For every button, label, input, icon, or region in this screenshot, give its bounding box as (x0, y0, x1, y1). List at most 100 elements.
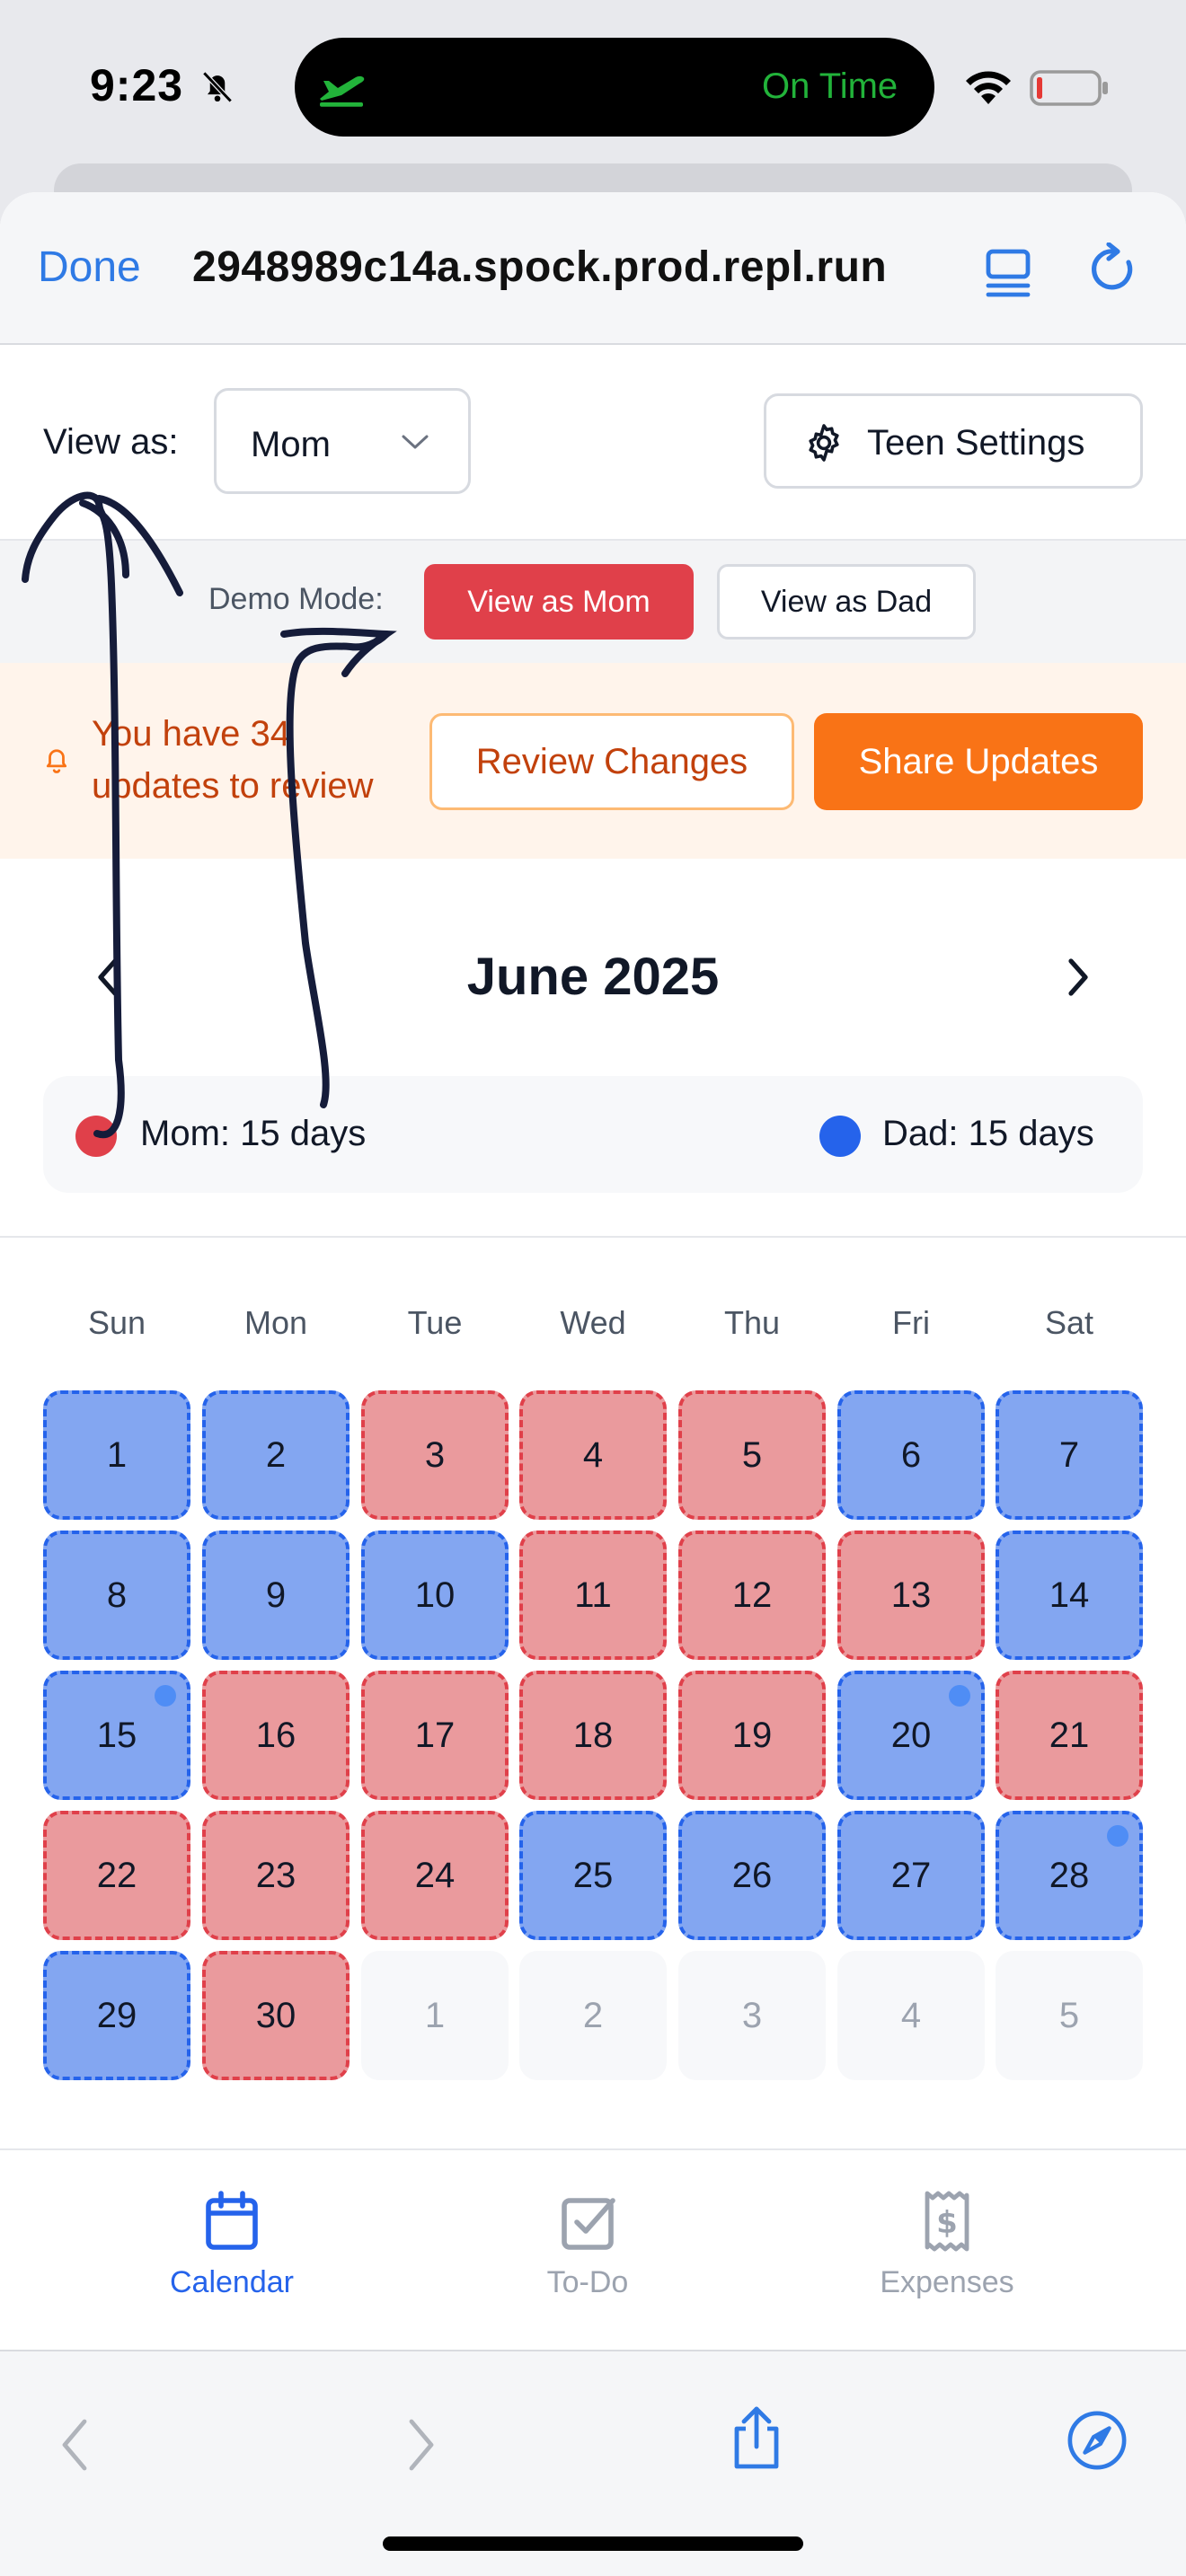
calendar-day-outside-month[interactable]: 3 (678, 1951, 826, 2080)
updates-banner: You have 34 updates to review Review Cha… (0, 663, 1186, 859)
calendar-day[interactable]: 1 (43, 1390, 190, 1520)
weekday-sat: Sat (1044, 1304, 1094, 1341)
reader-tabs-icon[interactable] (985, 246, 1031, 300)
home-indicator (383, 2536, 803, 2551)
calendar-day-outside-month[interactable]: 4 (837, 1951, 985, 2080)
calendar-day[interactable]: 12 (678, 1531, 826, 1660)
day-number: 8 (106, 1575, 128, 1615)
day-number: 17 (414, 1715, 456, 1755)
calendar-day[interactable]: 9 (202, 1531, 350, 1660)
calendar-day-outside-month[interactable]: 2 (519, 1951, 667, 2080)
day-number: 25 (572, 1855, 614, 1895)
back-arrow-icon[interactable] (61, 2418, 88, 2472)
review-changes-button[interactable]: Review Changes (429, 713, 794, 810)
compass-icon[interactable] (1066, 2409, 1128, 2472)
event-marker-dot (155, 1685, 176, 1707)
calendar-day[interactable]: 11 (519, 1531, 667, 1660)
day-number: 3 (741, 1995, 763, 2035)
share-updates-button[interactable]: Share Updates (814, 713, 1143, 810)
calendar-day[interactable]: 20 (837, 1671, 985, 1800)
calendar-day[interactable]: 29 (43, 1951, 190, 2080)
weekday-thu: Thu (723, 1304, 781, 1341)
view-as-mom-button[interactable]: View as Mom (424, 564, 694, 640)
teen-settings-button[interactable]: Teen Settings (764, 393, 1143, 489)
view-as-label: View as: (43, 422, 179, 462)
bell-slash-icon (202, 71, 233, 103)
view-as-select[interactable]: Mom (214, 388, 471, 494)
calendar-day-outside-month[interactable]: 5 (996, 1951, 1143, 2080)
calendar-day-outside-month[interactable]: 1 (361, 1951, 509, 2080)
calendar-day[interactable]: 13 (837, 1531, 985, 1660)
forward-arrow-icon[interactable] (408, 2418, 435, 2472)
custody-stats: Mom: 15 days Dad: 15 days (43, 1076, 1143, 1193)
view-as-selected-value: Mom (251, 425, 331, 464)
day-number: 3 (424, 1434, 446, 1475)
view-as-dad-button[interactable]: View as Dad (717, 564, 976, 640)
demo-mode-row: Demo Mode: View as Mom View as Dad (0, 539, 1186, 663)
calendar-day[interactable]: 14 (996, 1531, 1143, 1660)
calendar-day[interactable]: 22 (43, 1811, 190, 1940)
event-marker-dot (1107, 1825, 1128, 1847)
weekday-header: Sun Mon Tue Wed Thu Fri Sat (0, 1304, 1186, 1349)
mom-color-dot (75, 1116, 117, 1157)
day-number: 30 (255, 1995, 296, 2035)
day-number: 15 (96, 1715, 137, 1755)
day-number: 16 (255, 1715, 296, 1755)
share-icon[interactable] (728, 2404, 785, 2472)
calendar-day[interactable]: 6 (837, 1390, 985, 1520)
reload-icon[interactable] (1089, 243, 1139, 296)
day-number: 27 (890, 1855, 932, 1895)
url-text[interactable]: 2948989c14a.spock.prod.repl.run (192, 243, 887, 292)
calendar-day[interactable]: 24 (361, 1811, 509, 1940)
tab-todo[interactable]: To-Do (453, 2190, 722, 2300)
calendar-day[interactable]: 15 (43, 1671, 190, 1800)
calendar-icon (206, 2191, 258, 2250)
checkbox-icon (562, 2198, 615, 2250)
calendar-day[interactable]: 21 (996, 1671, 1143, 1800)
calendar-day[interactable]: 2 (202, 1390, 350, 1520)
calendar-day[interactable]: 18 (519, 1671, 667, 1800)
calendar-day[interactable]: 19 (678, 1671, 826, 1800)
dad-color-dot (819, 1116, 861, 1157)
calendar-day[interactable]: 5 (678, 1390, 826, 1520)
day-number: 23 (255, 1855, 296, 1895)
weekday-wed: Wed (560, 1304, 626, 1341)
status-time: 9:23 (90, 60, 184, 110)
tab-calendar[interactable]: Calendar (97, 2190, 367, 2300)
calendar-day[interactable]: 16 (202, 1671, 350, 1800)
calendar-day[interactable]: 27 (837, 1811, 985, 1940)
day-number: 1 (106, 1434, 128, 1475)
day-number: 22 (96, 1855, 137, 1895)
calendar-day[interactable]: 30 (202, 1951, 350, 2080)
day-number: 18 (572, 1715, 614, 1755)
calendar-day[interactable]: 17 (361, 1671, 509, 1800)
calendar-day[interactable]: 8 (43, 1531, 190, 1660)
browser-sheet: Done 2948989c14a.spock.prod.repl.run Vie… (0, 192, 1186, 2576)
weekday-fri: Fri (892, 1304, 930, 1341)
day-number: 9 (265, 1575, 287, 1615)
calendar-day[interactable]: 25 (519, 1811, 667, 1940)
calendar-day[interactable]: 7 (996, 1390, 1143, 1520)
live-activity-status: On Time (762, 66, 898, 106)
day-number: 12 (731, 1575, 773, 1615)
day-number: 6 (900, 1434, 922, 1475)
calendar-day[interactable]: 10 (361, 1531, 509, 1660)
calendar-day[interactable]: 4 (519, 1390, 667, 1520)
tab-todo-label: To-Do (546, 2265, 629, 2299)
chevron-down-icon (402, 435, 429, 449)
calendar-day[interactable]: 3 (361, 1390, 509, 1520)
done-button[interactable]: Done (38, 243, 141, 292)
status-bar: 9:23 On Time (0, 0, 1186, 171)
day-number: 2 (582, 1995, 604, 2035)
tab-expenses[interactable]: $ Expenses (812, 2190, 1082, 2300)
day-number: 4 (582, 1434, 604, 1475)
day-number: 2 (265, 1434, 287, 1475)
day-number: 28 (1049, 1855, 1090, 1895)
day-number: 1 (424, 1995, 446, 2035)
chevron-right-icon[interactable] (1066, 957, 1091, 997)
calendar-day[interactable]: 28 (996, 1811, 1143, 1940)
day-number: 13 (890, 1575, 932, 1615)
calendar-day[interactable]: 23 (202, 1811, 350, 1940)
weekday-tue: Tue (407, 1304, 463, 1341)
calendar-day[interactable]: 26 (678, 1811, 826, 1940)
